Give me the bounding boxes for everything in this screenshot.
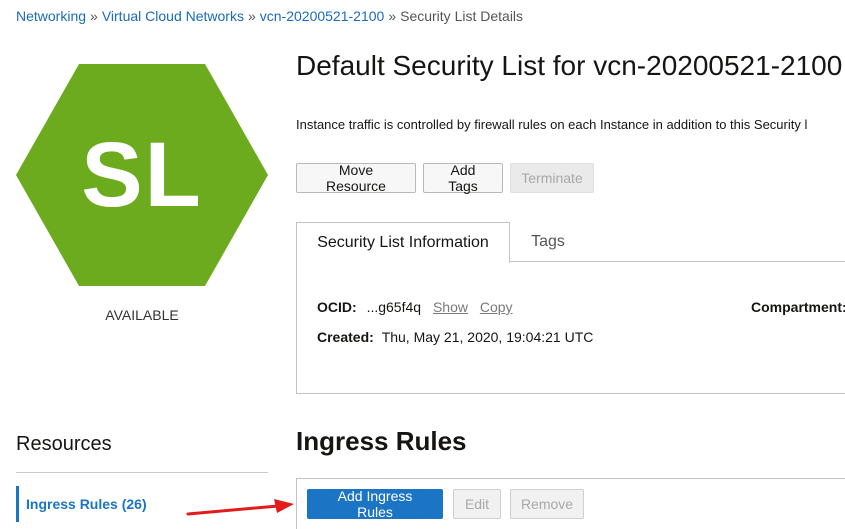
resources-title: Resources (16, 433, 112, 455)
add-ingress-rules-button[interactable]: Add Ingress Rules (307, 488, 443, 520)
created-label: Created: (317, 329, 374, 345)
resources-divider (16, 472, 268, 473)
breadcrumb-vcn[interactable]: vcn-20200521-2100 (260, 8, 385, 24)
breadcrumb-separator: » (247, 8, 256, 24)
ocid-row: OCID: ...g65f4q Show Copy (317, 299, 513, 315)
compartment-label: Compartment: (751, 299, 845, 315)
breadcrumb: Networking» Virtual Cloud Networks» vcn-20… (16, 8, 523, 24)
edit-button[interactable]: Edit (453, 489, 501, 519)
breadcrumb-separator: » (90, 8, 98, 24)
security-list-info-panel (296, 261, 845, 394)
created-value: Thu, May 21, 2020, 19:04:21 UTC (381, 329, 594, 345)
page-description: Instance traffic is controlled by firewa… (296, 117, 808, 132)
detail-tabs: Security List Information Tags (296, 222, 845, 263)
move-resource-button[interactable]: Move Resource (296, 162, 416, 194)
status-badge: AVAILABLE (105, 307, 179, 323)
ocid-copy-link[interactable]: Copy (480, 299, 513, 315)
terminate-button[interactable]: Terminate (510, 163, 594, 193)
compartment-row: Compartment: (751, 299, 845, 315)
ocid-show-link[interactable]: Show (433, 299, 468, 315)
tab-tags[interactable]: Tags (510, 222, 586, 262)
created-row: Created: Thu, May 21, 2020, 19:04:21 UTC (317, 329, 593, 345)
annotation-arrow-icon (186, 499, 294, 516)
page-title: Default Security List for vcn-20200521-2… (296, 50, 843, 81)
badge-initials: SL (81, 123, 203, 226)
ingress-rules-title: Ingress Rules (296, 426, 467, 456)
ocid-label: OCID: (317, 299, 357, 315)
breadcrumb-virtual-cloud-networks[interactable]: Virtual Cloud Networks (102, 8, 244, 24)
resource-badge: SL (16, 64, 268, 286)
breadcrumb-separator: » (388, 8, 397, 24)
ocid-value: ...g65f4q (366, 299, 422, 315)
tab-security-list-information[interactable]: Security List Information (296, 222, 510, 263)
breadcrumb-networking[interactable]: Networking (16, 8, 86, 24)
remove-button[interactable]: Remove (510, 489, 584, 519)
breadcrumb-current: Security List Details (400, 8, 524, 24)
add-tags-button[interactable]: Add Tags (423, 162, 503, 194)
